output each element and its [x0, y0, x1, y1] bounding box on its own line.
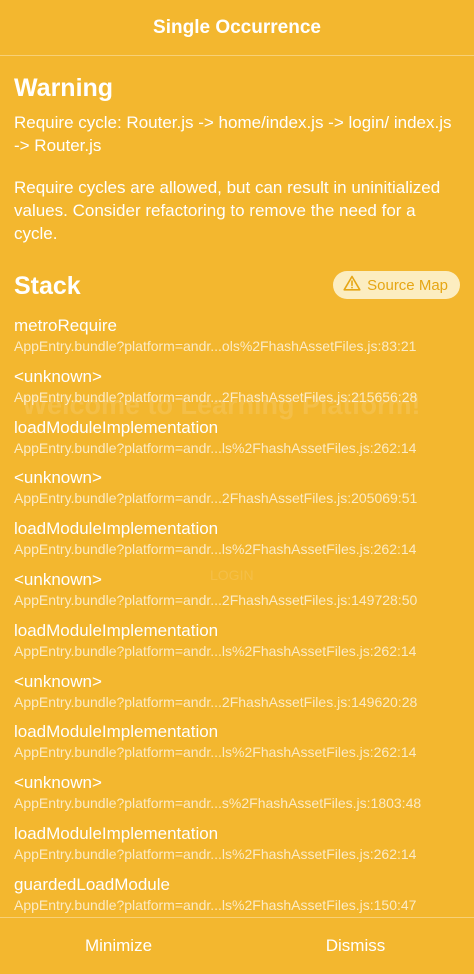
frame-name: loadModuleImplementation — [14, 823, 219, 843]
dismiss-button[interactable]: Dismiss — [237, 918, 474, 974]
frame-name: <unknown> — [14, 671, 102, 691]
log-box-footer: Minimize Dismiss — [0, 917, 474, 974]
warning-note: Require cycles are allowed, but can resu… — [14, 178, 441, 243]
frame-location: AppEntry.bundle?platform=andr...ls%2Fhas… — [14, 845, 417, 862]
frame-name: loadModuleImplementation — [14, 620, 219, 640]
stack-frame[interactable]: loadModuleImplementation AppEntry.bundle… — [14, 721, 460, 772]
frame-location: AppEntry.bundle?platform=andr...ls%2Fhas… — [14, 896, 417, 913]
frame-location: AppEntry.bundle?platform=andr...2FhashAs… — [14, 591, 418, 608]
frame-location: AppEntry.bundle?platform=andr...ols%2Fha… — [14, 338, 417, 354]
stack-frame[interactable]: <unknown> AppEntry.bundle?platform=andr.… — [14, 366, 460, 417]
stack-title: Stack — [14, 272, 81, 300]
stack-frame[interactable]: <unknown> AppEntry.bundle?platform=andr.… — [14, 467, 460, 518]
stack-frame[interactable]: <unknown> AppEntry.bundle?platform=andr.… — [14, 772, 460, 823]
frame-name: <unknown> — [14, 569, 102, 589]
frame-name: loadModuleImplementation — [14, 722, 219, 742]
minimize-button[interactable]: Minimize — [0, 918, 237, 974]
frame-name: loadModuleImplementation — [14, 519, 219, 539]
warning-message: Require cycle: Router.js -> home/index.j… — [14, 113, 452, 155]
stack-frame[interactable]: loadModuleImplementation AppEntry.bundle… — [14, 518, 460, 569]
source-map-button[interactable]: Source Map — [333, 271, 460, 299]
frame-location: AppEntry.bundle?platform=andr...2FhashAs… — [14, 693, 418, 710]
stack-frame[interactable]: <unknown> AppEntry.bundle?platform=andr.… — [14, 569, 460, 620]
frame-name: <unknown> — [14, 468, 102, 488]
frame-location: AppEntry.bundle?platform=andr...ls%2Fhas… — [14, 744, 417, 761]
frame-location: AppEntry.bundle?platform=andr...s%2Fhash… — [14, 795, 422, 812]
stack-frame[interactable]: loadModuleImplementation AppEntry.bundle… — [14, 620, 460, 671]
stack-frame[interactable]: loadModuleImplementation AppEntry.bundle… — [14, 823, 460, 874]
frame-name: loadModuleImplementation — [14, 417, 219, 437]
warning-title: Warning — [14, 74, 114, 102]
frame-location: AppEntry.bundle?platform=andr...ls%2Fhas… — [14, 439, 417, 456]
frame-location: AppEntry.bundle?platform=andr...ls%2Fhas… — [14, 642, 417, 659]
frame-location: AppEntry.bundle?platform=andr...2FhashAs… — [14, 490, 418, 507]
frame-name: guardedLoadModule — [14, 874, 170, 894]
stack-frame[interactable]: <unknown> AppEntry.bundle?platform=andr.… — [14, 671, 460, 722]
log-box-header: Single Occurrence — [0, 0, 474, 56]
frame-name: <unknown> — [14, 366, 102, 386]
frame-location: AppEntry.bundle?platform=andr...ls%2Fhas… — [14, 541, 417, 558]
source-map-label: Source Map — [367, 276, 448, 294]
warning-triangle-icon — [343, 275, 361, 295]
stack-frame[interactable]: metroRequire AppEntry.bundle?platform=an… — [14, 315, 460, 366]
frame-location: AppEntry.bundle?platform=andr...2FhashAs… — [14, 388, 418, 405]
frame-name: <unknown> — [14, 773, 102, 793]
stack-frame[interactable]: loadModuleImplementation AppEntry.bundle… — [14, 417, 460, 468]
stack-frame-list: metroRequire AppEntry.bundle?platform=an… — [14, 315, 460, 925]
frame-name: metroRequire — [14, 316, 117, 335]
header-title: Single Occurrence — [153, 16, 321, 38]
